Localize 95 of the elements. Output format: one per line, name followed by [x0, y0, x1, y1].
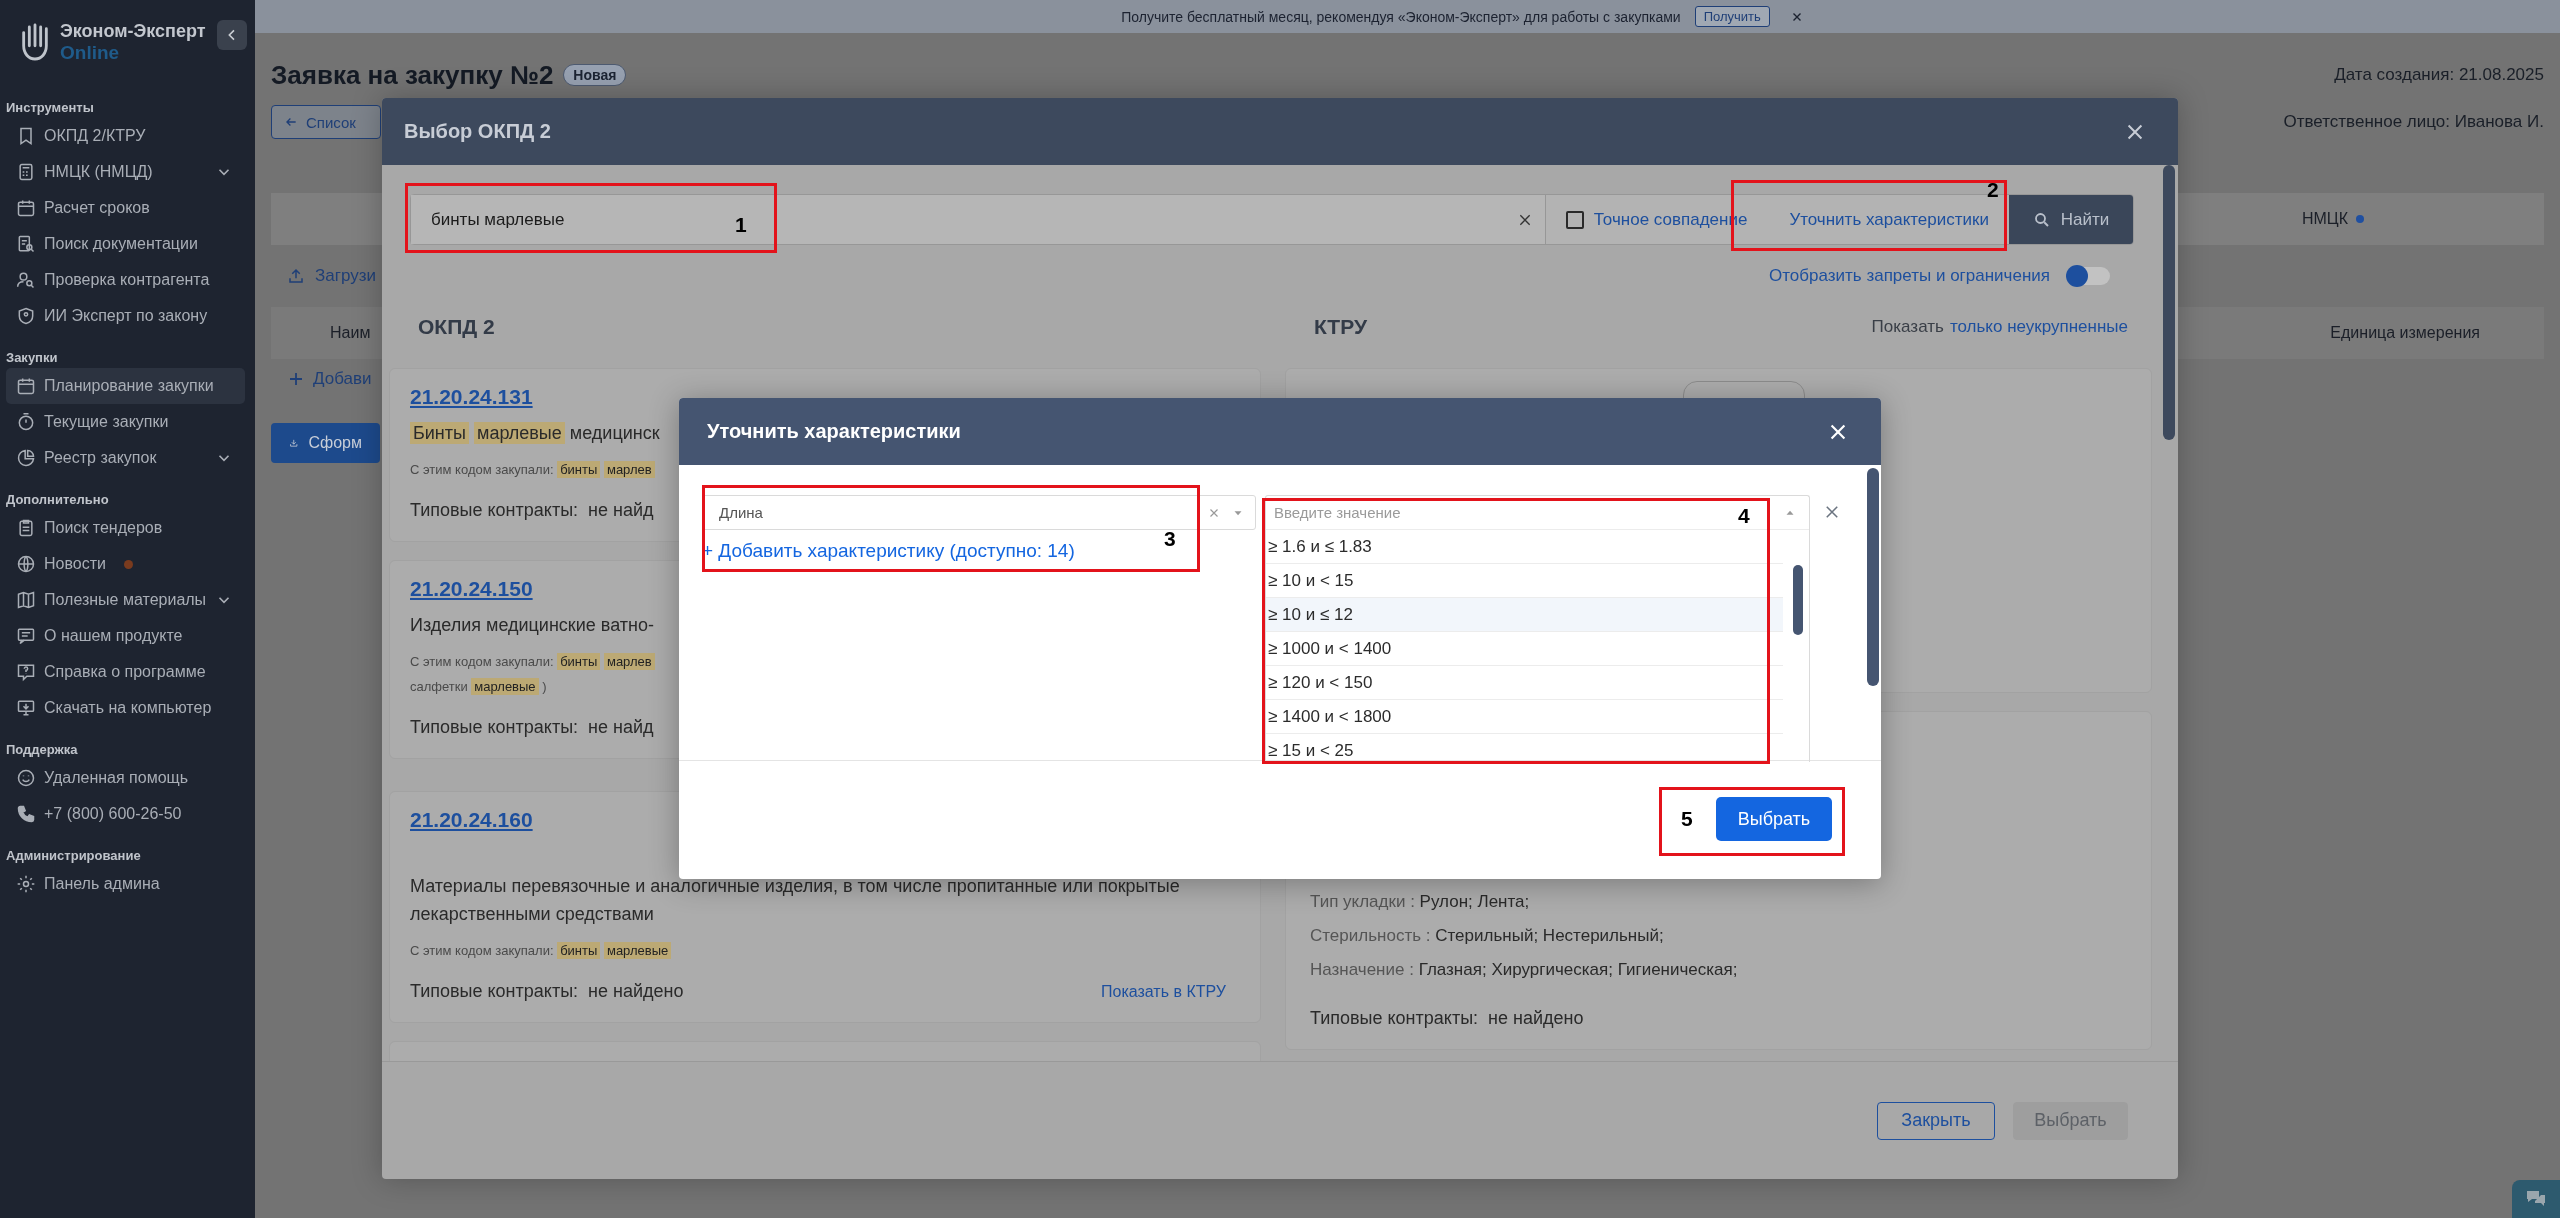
sidebar-item[interactable]: Панель админа: [6, 866, 245, 902]
search-icon: [2032, 210, 2051, 229]
calendar-icon: [16, 198, 36, 218]
dropdown-option[interactable]: ≥ 15 и < 25: [1266, 734, 1783, 762]
column-header: Единица измерения: [2330, 324, 2480, 342]
stopwatch-icon: [16, 412, 36, 432]
monitor-icon: [16, 698, 36, 718]
submit-button[interactable]: Сформ: [271, 423, 380, 463]
characteristic-select[interactable]: Длина: [702, 495, 1256, 530]
sidebar-item[interactable]: Поиск тендеров: [6, 510, 245, 546]
annotation-number: 5: [1681, 807, 1693, 831]
sidebar-collapse-button[interactable]: [217, 20, 247, 50]
contracts-text: Типовые контракты: не найдено: [410, 981, 684, 1002]
dropdown-option[interactable]: ≥ 10 и ≤ 12: [1266, 598, 1783, 632]
sidebar-item[interactable]: Удаленная помощь: [6, 760, 245, 796]
dropdown-option[interactable]: ≥ 120 и < 150: [1266, 666, 1783, 700]
upload-icon: [287, 267, 305, 285]
checkbox[interactable]: [1565, 210, 1584, 229]
sidebar-item[interactable]: Справка о программе: [6, 654, 245, 690]
contracts-text: Типовые контракты: не найд: [410, 500, 654, 521]
question-icon: [16, 662, 36, 682]
dropdown-option[interactable]: ≥ 1000 и < 1400: [1266, 632, 1783, 666]
attribute-text: Тип укладки : Рулон; Лента;: [1310, 892, 1531, 912]
sidebar-item[interactable]: Текущие закупки: [6, 404, 245, 440]
attribute-text: Стерильность : Стерильный; Нестерильный;: [1310, 926, 1665, 946]
message-icon: [16, 626, 36, 646]
pie-chart-icon: [16, 448, 36, 468]
document-search-icon: [16, 234, 36, 254]
sidebar-item[interactable]: ИИ Эксперт по закону: [6, 298, 245, 334]
responsible-person: Ответственное лицо: Иванова И.: [2283, 112, 2544, 132]
status-badge: Новая: [563, 64, 627, 86]
book-icon: [16, 590, 36, 610]
scrollbar-thumb[interactable]: [1793, 565, 1803, 635]
sidebar-item[interactable]: Реестр закупок: [6, 440, 245, 476]
scrollbar-thumb[interactable]: [2163, 165, 2175, 440]
result-title: Изделия медицинские ватно-: [410, 614, 655, 637]
sidebar-item[interactable]: Новости: [6, 546, 245, 582]
sidebar-item[interactable]: НМЦК (НМЦД): [6, 154, 245, 190]
sidebar-section-title: Инструменты: [5, 99, 95, 117]
purchase-history-text: С этим кодом закупали: бинты марлевые: [410, 938, 1236, 963]
clipboard-icon: [16, 518, 36, 538]
annotation-number: 2: [1987, 178, 1999, 202]
arrow-left-icon: [284, 115, 298, 129]
logo-name: Эконом-Эксперт: [60, 20, 207, 42]
result-title: Материалы перевязочные и аналогичные изделия, в том числе пропитанные или покрытые лекарственными средствами: [410, 875, 1181, 926]
annotation-number: 1: [735, 213, 747, 237]
chat-button[interactable]: [2512, 1180, 2560, 1218]
calendar-icon: [16, 376, 36, 396]
column-title: КТРУ: [1314, 315, 1367, 339]
attribute-text: Назначение : Глазная; Хирургическая; Гигиеническая;: [1310, 960, 1739, 980]
plus-icon: [287, 370, 305, 388]
annotation-number: 4: [1738, 504, 1750, 528]
sidebar-item[interactable]: Скачать на компьютер: [6, 690, 245, 726]
logo-subtitle: Online: [60, 41, 121, 64]
page-title: Заявка на закупку №2: [271, 59, 554, 91]
dropdown-option[interactable]: ≥ 1.6 и ≤ 1.83: [1266, 530, 1783, 564]
sidebar-item[interactable]: О нашем продукте: [6, 618, 245, 654]
shield-icon: [16, 306, 36, 326]
sidebar-item[interactable]: Полезные материалы: [6, 582, 245, 618]
person-search-icon: [16, 270, 36, 290]
dialog-title: Выбор ОКПД 2: [404, 120, 551, 143]
sidebar-section-title: Закупки: [5, 349, 59, 367]
toggle-switch[interactable]: [2066, 267, 2110, 285]
column-title: ОКПД 2: [418, 315, 495, 339]
filter-label: Показать: [1871, 317, 1944, 337]
dropdown-option[interactable]: ≥ 1400 и < 1800: [1266, 700, 1783, 734]
sidebar-item[interactable]: Планирование закупки: [6, 368, 245, 404]
search-input[interactable]: бинты марлевые: [429, 208, 733, 231]
smiley-icon: [16, 768, 36, 788]
scrollbar-thumb[interactable]: [1867, 468, 1879, 686]
tab[interactable]: НМЦК: [2301, 210, 2348, 228]
sidebar-section-title: Поддержка: [5, 741, 79, 759]
dialog-title: Уточнить характеристики: [707, 420, 961, 443]
toggle-label: Отобразить запреты и ограничения: [1769, 266, 2050, 286]
contracts-text: Типовые контракты: не найдено: [1310, 1008, 1585, 1029]
annotation-number: 3: [1164, 527, 1176, 551]
calculator-icon: [16, 162, 36, 182]
contracts-text: Типовые контракты: не найд: [410, 717, 654, 738]
sidebar-item[interactable]: +7 (800) 600-26-50: [6, 796, 245, 832]
globe-icon: [16, 554, 36, 574]
find-button[interactable]: Найти: [2009, 195, 2133, 244]
banner-action-button[interactable]: Получить: [1694, 6, 1770, 27]
banner-text: Получите бесплатный месяц, рекомендуя «Эконом-Эксперт» для работы с закупками: [1121, 8, 1681, 25]
sidebar-section-title: Администрирование: [5, 847, 142, 865]
creation-date: Дата создания: 21.08.2025: [2334, 65, 2544, 85]
sidebar-item[interactable]: Поиск документации: [6, 226, 245, 262]
remove-icon[interactable]: [1823, 503, 1841, 521]
sidebar-item[interactable]: ОКПД 2/КТРУ: [6, 118, 245, 154]
settings-icon: [16, 874, 36, 894]
sidebar-item[interactable]: Проверка контрагента: [6, 262, 245, 298]
sidebar-section-title: Дополнительно: [5, 491, 110, 509]
phone-icon: [16, 804, 36, 824]
column-header: Наим: [330, 324, 371, 342]
sidebar-item[interactable]: Расчет сроков: [6, 190, 245, 226]
select-button[interactable]: Выбрать: [1716, 797, 1832, 841]
